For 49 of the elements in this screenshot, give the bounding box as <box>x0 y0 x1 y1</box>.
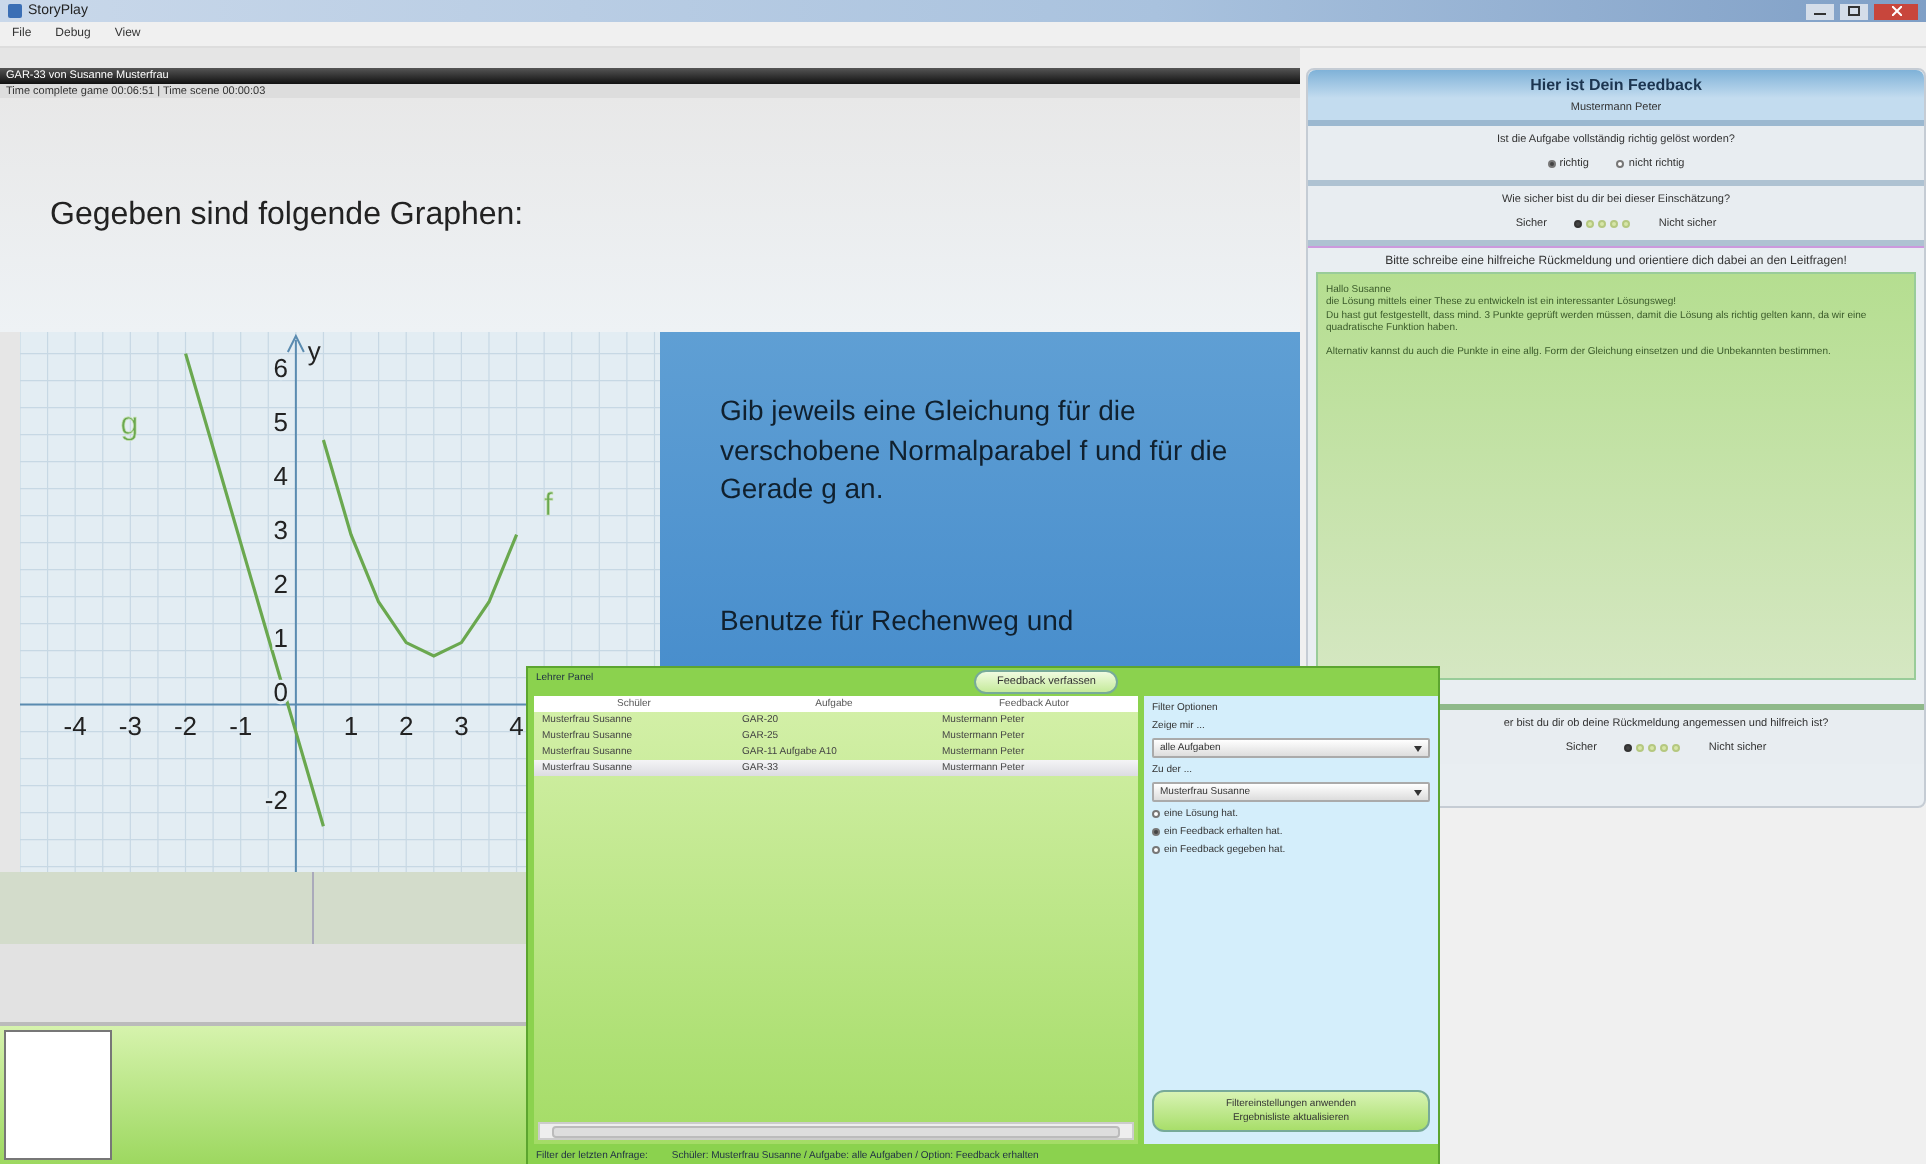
feedback-text-field[interactable] <box>1316 272 1916 680</box>
y-tick-label: 6 <box>273 352 288 383</box>
y-tick-label: 4 <box>273 460 288 491</box>
rating-radio[interactable] <box>1598 220 1607 228</box>
rating-radio[interactable] <box>1586 220 1595 228</box>
tick-label: -4 <box>63 710 87 741</box>
rating-radio[interactable] <box>1622 220 1631 228</box>
scene-heading: Gegeben sind folgende Graphen: <box>50 197 524 233</box>
curve-label: f <box>544 488 553 523</box>
rating-radio[interactable] <box>1636 744 1645 752</box>
close-icon <box>1891 6 1901 16</box>
rating-radio[interactable] <box>1610 220 1619 228</box>
y-tick-label: 1 <box>273 622 288 653</box>
tick-label: 2 <box>398 710 414 741</box>
task-text: Gib jeweils eine Gleichung für die verschobene Normalparabel f und für die Gerade g an. <box>720 392 1230 509</box>
radio-button[interactable] <box>1616 160 1625 168</box>
tick-label: -2 <box>173 710 198 741</box>
radio-button[interactable] <box>1152 828 1160 836</box>
radio-button[interactable] <box>1152 810 1160 818</box>
maximize-button[interactable] <box>1840 3 1868 19</box>
close-button[interactable] <box>1874 3 1918 19</box>
caret-icon <box>1414 789 1422 795</box>
rating-radio[interactable] <box>1648 744 1657 752</box>
minimize-icon <box>1814 7 1826 15</box>
tick-label: -3 <box>118 710 142 741</box>
axis-label: y <box>307 336 321 366</box>
rating-radio[interactable] <box>1660 744 1669 752</box>
radio-button[interactable] <box>1547 160 1556 168</box>
tick-label: 4 <box>509 710 524 741</box>
y-tick-label: 2 <box>273 568 288 599</box>
rating-radio[interactable] <box>1574 220 1583 228</box>
tick-label: -1 <box>229 710 253 741</box>
y-tick-label: 3 <box>273 514 288 545</box>
horizontal-scrollbar[interactable] <box>538 1122 1134 1140</box>
rating-radio[interactable] <box>1672 744 1681 752</box>
tick-label: 3 <box>454 710 469 741</box>
caret-icon <box>1414 745 1422 751</box>
minimize-button[interactable] <box>1806 3 1834 19</box>
app-icon <box>8 4 22 18</box>
tick-label: 1 <box>343 710 359 741</box>
maximize-icon <box>1848 6 1860 16</box>
page-thumbnail[interactable] <box>4 1030 112 1160</box>
y-tick-label: 5 <box>273 406 288 437</box>
y-tick-label: -2 <box>264 784 288 815</box>
curve-label: g <box>120 407 139 442</box>
hint-text: Benutze für Rechenweg und <box>720 604 1076 636</box>
radio-button[interactable] <box>1152 846 1160 854</box>
feedback-title: Hier ist Dein Feedback <box>1308 70 1924 98</box>
rating-radio[interactable] <box>1624 744 1633 752</box>
